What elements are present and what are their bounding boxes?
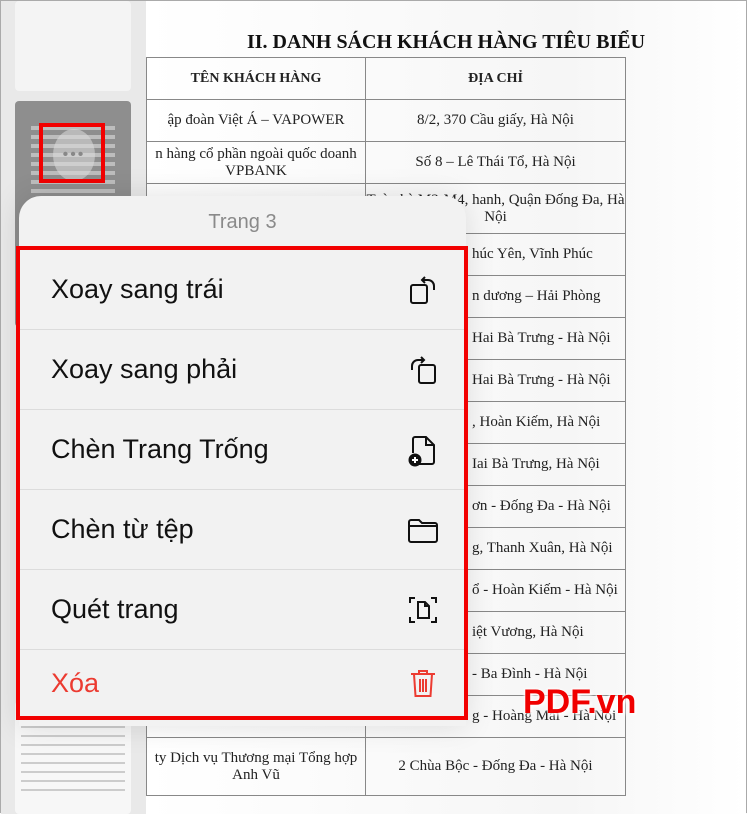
rotate-right-button[interactable]: Xoay sang phải	[20, 330, 464, 410]
rotate-right-icon	[411, 355, 436, 384]
folder-icon	[408, 518, 438, 543]
sheet-title: Trang 3	[208, 211, 277, 233]
customer-name-cell: n hàng cổ phần ngoài quốc doanh VPBANK	[146, 141, 366, 184]
menu-item-label: Chèn Trang Trống	[51, 434, 269, 464]
address-cell: Số 8 – Lê Thái Tổ, Hà Nội	[365, 141, 626, 184]
trash-icon	[411, 670, 435, 697]
table-row: ty Dịch vụ Thương mại Tổng hợp Anh Vũ 2 C…	[146, 737, 626, 796]
insert-blank-page-icon	[408, 435, 435, 466]
address-cell: 8/2, 370 Cầu giấy, Hà Nội	[365, 99, 626, 142]
scan-page-button[interactable]: Quét trang	[20, 570, 464, 650]
delete-page-button[interactable]: Xóa	[20, 650, 464, 716]
menu-item-label: Xoay sang phải	[51, 354, 238, 384]
insert-blank-page-button[interactable]: Chèn Trang Trống	[20, 410, 464, 490]
document-title: II. DANH SÁCH KHÁCH HÀNG TIÊU BIỂU	[246, 31, 646, 53]
column-header: TÊN KHÁCH HÀNG	[146, 57, 366, 100]
page-thumbnail-2[interactable]	[15, 1, 131, 91]
column-header: ĐỊA CHỈ	[365, 57, 626, 100]
customer-name-cell: ập đoàn Việt Á – VAPOWER	[146, 99, 366, 142]
menu-item-label: Chèn từ tệp	[51, 514, 194, 544]
insert-from-file-button[interactable]: Chèn từ tệp	[20, 490, 464, 570]
table-row: ập đoàn Việt Á – VAPOWER 8/2, 370 Cầu giấ…	[146, 99, 626, 142]
rotate-left-icon	[410, 275, 435, 304]
rotate-left-button[interactable]: Xoay sang trái	[20, 250, 464, 330]
action-menu: Xoay sang trái Xoay sang phải Chèn Trang…	[16, 246, 468, 720]
highlight-box	[39, 123, 105, 183]
scan-page-icon	[409, 596, 437, 623]
menu-item-label: Xoay sang trái	[51, 274, 224, 304]
menu-item-label: Xóa	[51, 667, 100, 698]
address-cell: 2 Chùa Bộc - Đống Đa - Hà Nội	[365, 737, 626, 796]
watermark-logo: PDF.vn	[523, 683, 637, 721]
table-row: n hàng cổ phần ngoài quốc doanh VPBANK Số…	[146, 141, 626, 184]
menu-item-label: Quét trang	[51, 594, 179, 624]
customer-name-cell: ty Dịch vụ Thương mại Tổng hợp Anh Vũ	[146, 737, 366, 796]
